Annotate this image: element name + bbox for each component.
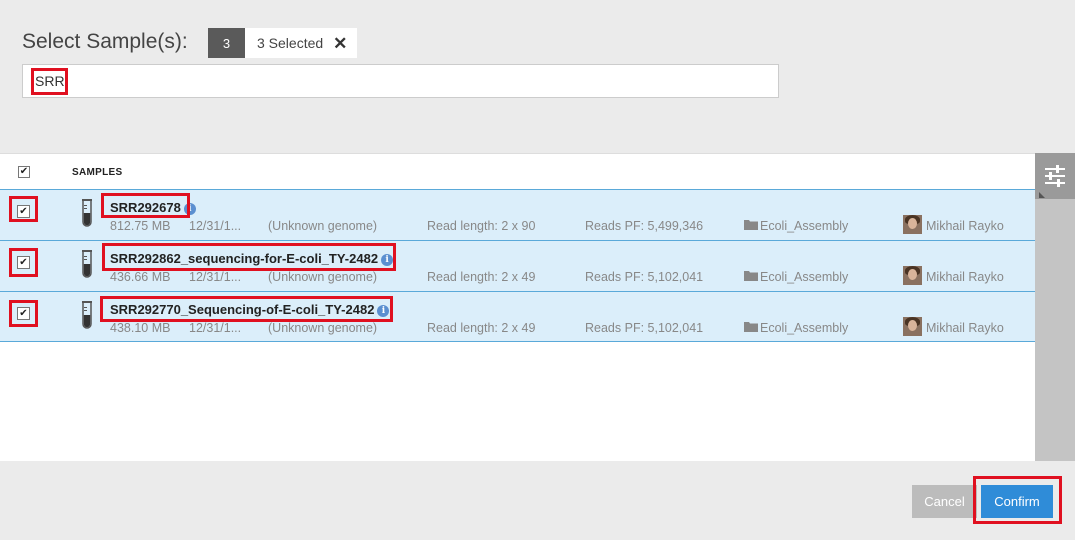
sample-read-length: Read length: 2 x 49 xyxy=(427,321,536,335)
right-rail xyxy=(1035,153,1075,461)
sample-owner: Mikhail Rayko xyxy=(926,270,1004,284)
clear-selection-icon[interactable]: ✕ xyxy=(333,35,347,52)
table-row[interactable]: ✔ SRR292862_sequencing-for-E-coli_TY-2482… xyxy=(0,240,1035,291)
row-checkbox[interactable]: ✔ xyxy=(17,205,30,218)
sliders-icon xyxy=(1045,165,1065,187)
folder-icon xyxy=(744,271,758,281)
sample-name-text: SRR292678 xyxy=(110,200,181,215)
sample-size: 436.66 MB xyxy=(110,270,171,284)
select-all-checkbox[interactable]: ✔ xyxy=(18,166,30,178)
avatar xyxy=(903,317,922,336)
sample-size: 438.10 MB xyxy=(110,321,171,335)
page-title: Select Sample(s): xyxy=(22,30,188,53)
sample-name[interactable]: SRR292678 i xyxy=(110,200,196,215)
search-input[interactable] xyxy=(22,64,779,98)
cancel-button[interactable]: Cancel xyxy=(912,485,977,518)
samples-column-header: SAMPLES xyxy=(72,167,123,178)
confirm-button[interactable]: Confirm xyxy=(981,485,1053,518)
sample-name[interactable]: SRR292770_Sequencing-of-E-coli_TY-2482 i xyxy=(110,302,390,317)
avatar xyxy=(903,215,922,234)
test-tube-icon xyxy=(82,250,92,278)
sample-reads-pf: Reads PF: 5,499,346 xyxy=(585,219,704,233)
table-row[interactable]: ✔ SRR292770_Sequencing-of-E-coli_TY-2482 i… xyxy=(0,291,1035,342)
table-row[interactable]: ✔ SRR292678 i 812.75 MB 12/31/1... (Unknown g… xyxy=(0,189,1035,240)
sample-reads-pf: Reads PF: 5,102,041 xyxy=(585,270,704,284)
sample-genome: (Unknown genome) xyxy=(268,219,378,233)
sample-reads-pf: Reads PF: 5,102,041 xyxy=(585,321,704,335)
sample-name[interactable]: SRR292862_sequencing-for-E-coli_TY-2482 i xyxy=(110,251,394,266)
sample-owner: Mikhail Rayko xyxy=(926,219,1004,233)
sample-genome: (Unknown genome) xyxy=(268,270,378,284)
info-icon[interactable]: i xyxy=(381,254,394,266)
folder-icon xyxy=(744,322,758,332)
sample-date: 12/31/1... xyxy=(189,321,242,335)
sample-project: Ecoli_Assembly xyxy=(760,219,849,233)
sample-read-length: Read length: 2 x 90 xyxy=(427,219,536,233)
sample-date: 12/31/1... xyxy=(189,219,242,233)
sample-read-length: Read length: 2 x 49 xyxy=(427,270,536,284)
info-icon[interactable]: i xyxy=(183,203,196,215)
table-header: ✔ SAMPLES xyxy=(0,154,1035,189)
sample-name-text: SRR292770_Sequencing-of-E-coli_TY-2482 xyxy=(110,302,375,317)
sample-size: 812.75 MB xyxy=(110,219,171,233)
selected-count-badge: 3 xyxy=(208,28,245,58)
sample-name-text: SRR292862_sequencing-for-E-coli_TY-2482 xyxy=(110,251,379,266)
test-tube-icon xyxy=(82,199,92,227)
sample-date: 12/31/1... xyxy=(189,270,242,284)
selected-label: 3 Selected xyxy=(257,35,324,51)
sample-genome: (Unknown genome) xyxy=(268,321,378,335)
avatar xyxy=(903,266,922,285)
row-checkbox[interactable]: ✔ xyxy=(17,307,30,320)
selected-chip: 3 Selected ✕ xyxy=(245,28,357,58)
sample-project: Ecoli_Assembly xyxy=(760,270,849,284)
samples-table: ✔ SAMPLES ✔ SRR292678 i 812.75 MB 12/31/1...… xyxy=(0,153,1035,461)
info-icon[interactable]: i xyxy=(377,305,390,317)
resize-corner-icon xyxy=(1039,192,1045,198)
sample-owner: Mikhail Rayko xyxy=(926,321,1004,335)
test-tube-icon xyxy=(82,301,92,329)
folder-icon xyxy=(744,220,758,230)
sample-project: Ecoli_Assembly xyxy=(760,321,849,335)
row-checkbox[interactable]: ✔ xyxy=(17,256,30,269)
